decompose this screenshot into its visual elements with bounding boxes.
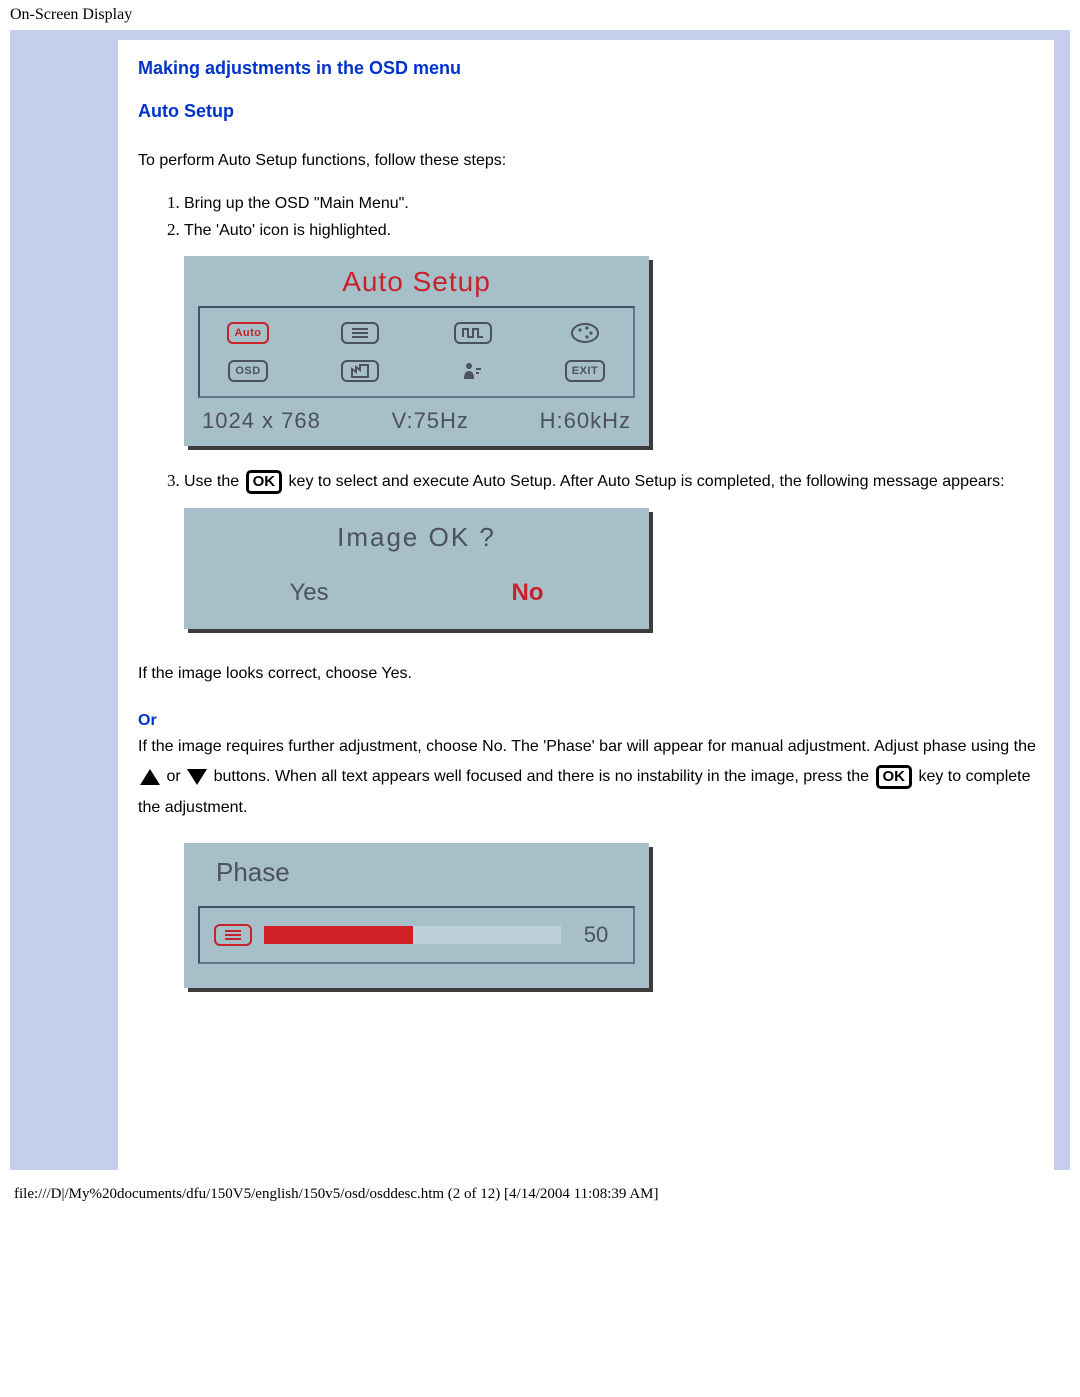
step-3: Use the OK key to select and execute Aut…: [184, 470, 1042, 494]
up-arrow-icon: [140, 769, 160, 785]
phase-list-icon: [214, 924, 252, 946]
osd-hfreq: H:60kHz: [540, 408, 631, 434]
steps-list: Bring up the OSD "Main Menu". The 'Auto'…: [138, 192, 1042, 242]
phase-bar: [264, 926, 561, 944]
page-frame: Making adjustments in the OSD menu Auto …: [10, 30, 1070, 1170]
osd-phase-title: Phase: [198, 857, 635, 888]
person-icon: [441, 356, 505, 386]
osd-auto-setup: Auto Setup Auto: [184, 256, 649, 446]
osd-phase-frame: 50: [198, 906, 635, 964]
osd-vfreq: V:75Hz: [392, 408, 469, 434]
or-label: Or: [138, 712, 1042, 730]
osd-icon-grid: Auto: [198, 306, 635, 398]
steps-list-cont: Use the OK key to select and execute Aut…: [138, 470, 1042, 494]
ok-key-icon: OK: [876, 765, 913, 789]
or-body: If the image requires further adjustment…: [138, 732, 1042, 823]
phase-value: 50: [573, 922, 619, 948]
step-1: Bring up the OSD "Main Menu".: [184, 192, 1042, 215]
option-yes: Yes: [289, 579, 328, 607]
factory-icon: [328, 356, 392, 386]
osd-image-ok: Image OK ? Yes No: [184, 508, 649, 629]
list-icon: [328, 318, 392, 348]
ok-key-icon: OK: [246, 470, 283, 494]
palette-icon: [553, 318, 617, 348]
auto-icon: Auto: [216, 318, 280, 348]
osd-resolution: 1024 x 768: [202, 408, 321, 434]
step-2: The 'Auto' icon is highlighted.: [184, 219, 1042, 242]
heading-main: Making adjustments in the OSD menu: [138, 58, 1042, 79]
osd-image-ok-title: Image OK ?: [198, 522, 635, 553]
after-image-text: If the image looks correct, choose Yes.: [138, 663, 1042, 685]
osd-phase: Phase 50: [184, 843, 649, 988]
down-arrow-icon: [187, 769, 207, 785]
page-header: On-Screen Display: [0, 0, 1080, 26]
osd-status-line: 1024 x 768 V:75Hz H:60kHz: [198, 398, 635, 434]
footer-path: file:///D|/My%20documents/dfu/150V5/engl…: [0, 1170, 1080, 1211]
intro-text: To perform Auto Setup functions, follow …: [138, 150, 1042, 172]
phase-bar-fill: [264, 926, 413, 944]
exit-icon: EXIT: [553, 356, 617, 386]
option-no: No: [512, 579, 544, 607]
content-panel: Making adjustments in the OSD menu Auto …: [118, 40, 1054, 1170]
wave-icon: [441, 318, 505, 348]
heading-auto-setup: Auto Setup: [138, 101, 1042, 122]
osd-auto-setup-title: Auto Setup: [198, 266, 635, 298]
osd-icon: OSD: [216, 356, 280, 386]
